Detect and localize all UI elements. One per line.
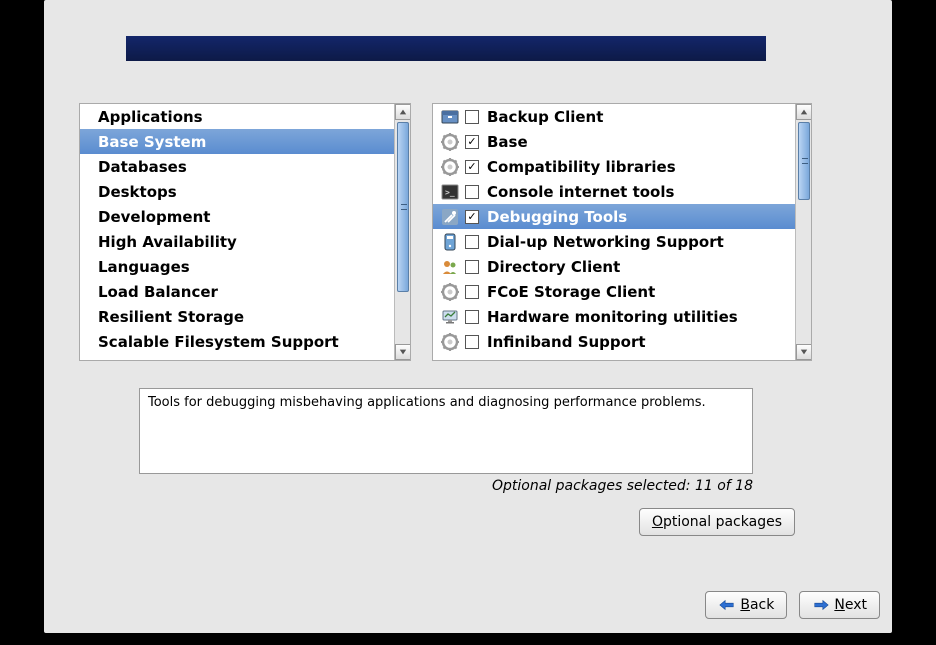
category-label: Languages (98, 258, 190, 276)
scroll-thumb[interactable] (798, 122, 810, 200)
description-box: Tools for debugging misbehaving applicat… (139, 388, 753, 474)
package-item[interactable]: Backup Client (433, 104, 795, 129)
arrow-left-icon (718, 598, 736, 612)
package-checkbox[interactable] (465, 310, 479, 324)
package-panel: Backup Client ✓ Base ✓ Compatibility librari… (432, 103, 812, 361)
category-item[interactable]: Development (80, 204, 394, 229)
package-label: FCoE Storage Client (487, 283, 655, 301)
package-label: Console internet tools (487, 183, 674, 201)
category-label: Base System (98, 133, 206, 151)
phone-icon (439, 231, 461, 253)
package-item[interactable]: FCoE Storage Client (433, 279, 795, 304)
category-label: Resilient Storage (98, 308, 244, 326)
category-scrollbar[interactable] (394, 104, 410, 360)
package-label: Compatibility libraries (487, 158, 676, 176)
package-item[interactable]: Directory Client (433, 254, 795, 279)
category-item[interactable]: Applications (80, 104, 394, 129)
package-checkbox[interactable]: ✓ (465, 160, 479, 174)
category-label: High Availability (98, 233, 237, 251)
package-checkbox[interactable]: ✓ (465, 135, 479, 149)
gear-icon (439, 281, 461, 303)
description-text: Tools for debugging misbehaving applicat… (148, 395, 706, 410)
package-checkbox[interactable] (465, 285, 479, 299)
category-label: Applications (98, 108, 203, 126)
category-label: Load Balancer (98, 283, 218, 301)
package-label: Backup Client (487, 108, 603, 126)
package-scrollbar[interactable] (795, 104, 811, 360)
optional-packages-button[interactable]: Optional packages (639, 508, 795, 536)
category-item[interactable]: Resilient Storage (80, 304, 394, 329)
gear-icon (439, 331, 461, 353)
package-label: Directory Client (487, 258, 620, 276)
category-panel: Applications Base System Databases Desktops… (79, 103, 411, 361)
category-item[interactable]: High Availability (80, 229, 394, 254)
package-list: Backup Client ✓ Base ✓ Compatibility librari… (433, 104, 795, 354)
category-item[interactable]: Base System (80, 129, 394, 154)
optional-label-rest: ptional packages (663, 514, 782, 530)
scroll-thumb[interactable] (397, 122, 409, 292)
users-icon (439, 256, 461, 278)
package-item[interactable]: >_ Console internet tools (433, 179, 795, 204)
scroll-up-button[interactable] (395, 104, 411, 120)
optional-status: Optional packages selected: 11 of 18 (139, 478, 753, 494)
arrow-right-icon (812, 598, 830, 612)
package-item[interactable]: Dial-up Networking Support (433, 229, 795, 254)
package-label: Base (487, 133, 528, 151)
svg-text:>_: >_ (445, 188, 455, 197)
package-label: Dial-up Networking Support (487, 233, 724, 251)
package-checkbox[interactable] (465, 185, 479, 199)
package-item[interactable]: Infiniband Support (433, 329, 795, 354)
header-banner (126, 36, 766, 61)
package-item[interactable]: ✓ Base (433, 129, 795, 154)
category-label: Scalable Filesystem Support (98, 333, 339, 351)
package-item[interactable]: ✓ Compatibility libraries (433, 154, 795, 179)
installer-page: Applications Base System Databases Desktops… (44, 0, 892, 633)
category-item[interactable]: Languages (80, 254, 394, 279)
package-item[interactable]: ✓ Debugging Tools (433, 204, 795, 229)
package-checkbox[interactable] (465, 110, 479, 124)
back-button[interactable]: Back (705, 591, 787, 619)
category-item[interactable]: Databases (80, 154, 394, 179)
scroll-up-button[interactable] (796, 104, 812, 120)
package-checkbox[interactable] (465, 335, 479, 349)
terminal-icon: >_ (439, 181, 461, 203)
scroll-down-button[interactable] (395, 344, 411, 360)
gear-icon (439, 156, 461, 178)
package-checkbox[interactable] (465, 235, 479, 249)
wrench-icon (439, 206, 461, 228)
next-button[interactable]: Next (799, 591, 880, 619)
category-item[interactable]: Load Balancer (80, 279, 394, 304)
package-label: Hardware monitoring utilities (487, 308, 738, 326)
category-label: Development (98, 208, 210, 226)
archive-icon (439, 106, 461, 128)
package-checkbox[interactable]: ✓ (465, 210, 479, 224)
category-item[interactable]: Scalable Filesystem Support (80, 329, 394, 354)
package-label: Debugging Tools (487, 208, 627, 226)
category-label: Desktops (98, 183, 177, 201)
category-item[interactable]: Desktops (80, 179, 394, 204)
gear-icon (439, 131, 461, 153)
category-list: Applications Base System Databases Desktops… (80, 104, 394, 354)
package-item[interactable]: Hardware monitoring utilities (433, 304, 795, 329)
package-checkbox[interactable] (465, 260, 479, 274)
category-label: Databases (98, 158, 187, 176)
scroll-down-button[interactable] (796, 344, 812, 360)
monitor-icon (439, 306, 461, 328)
package-label: Infiniband Support (487, 333, 646, 351)
